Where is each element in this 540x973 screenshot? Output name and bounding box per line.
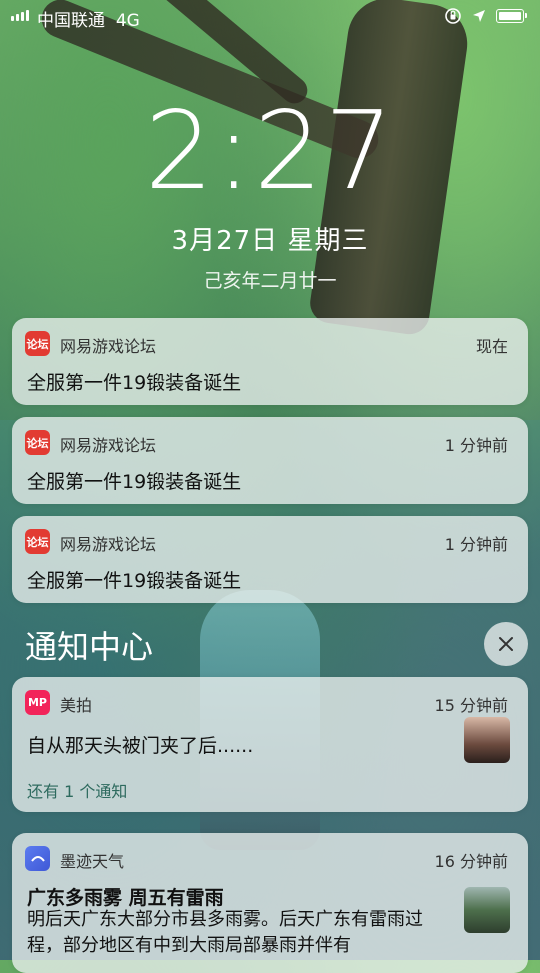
lockscreen-date: 3月27日 星期三 [171,226,369,256]
notification-time: 现在 [475,337,508,356]
notification-time: 1 分钟前 [444,535,508,554]
notification-card[interactable]: 墨迹天气 16 分钟前 广东多雨雾 周五有雷雨 明后天广东大部分市县多雨雾。后天… [12,833,528,973]
notification-card[interactable]: 论坛 网易游戏论坛 1 分钟前 全服第一件19锻装备诞生 [12,417,528,504]
notification-card[interactable]: 论坛 网易游戏论坛 1 分钟前 全服第一件19锻装备诞生 [12,516,528,603]
netease-forum-icon: 论坛 [25,331,50,356]
notification-app-name: 墨迹天气 [60,852,125,871]
notification-card[interactable]: 论坛 网易游戏论坛 现在 全服第一件19锻装备诞生 [12,318,528,405]
notification-app-name: 美拍 [60,696,93,715]
notification-app-name: 网易游戏论坛 [60,337,157,356]
notification-message: 全服第一件19锻装备诞生 [27,471,242,493]
close-icon [499,637,513,651]
orientation-lock-icon [445,8,461,24]
carrier-label: 中国联通 4G [37,11,140,31]
netease-forum-icon: 论坛 [25,529,50,554]
lockscreen-lunar-date: 己亥年二月廿一 [203,270,337,292]
status-bar: 中国联通 4G [0,0,540,34]
meipai-icon: MP [25,690,50,715]
notification-thumbnail [464,717,510,763]
netease-forum-icon: 论坛 [25,430,50,455]
signal-strength-icon [11,10,29,21]
notification-thumbnail [464,887,510,933]
notification-time: 1 分钟前 [444,436,508,455]
notification-message: 明后天广东大部分市县多雨雾。后天广东有雷雨过程，部分地区有中到大雨局部暴雨并伴有 [27,909,423,956]
battery-icon [496,9,527,23]
notification-time: 15 分钟前 [434,696,508,715]
notification-time: 16 分钟前 [434,852,508,871]
notification-message: 全服第一件19锻装备诞生 [27,570,242,592]
notification-title: 广东多雨雾 周五有雷雨 [27,887,224,909]
notification-message: 自从那天头被门夹了后...... [27,735,254,757]
more-notifications-label[interactable]: 还有 1 个通知 [27,778,127,802]
moji-weather-icon [25,846,50,871]
lockscreen-time: 2:27 [144,89,396,214]
notification-app-name: 网易游戏论坛 [60,535,157,554]
notification-app-name: 网易游戏论坛 [60,436,157,455]
notification-group-card[interactable]: MP 美拍 15 分钟前 自从那天头被门夹了后...... 还有 1 个通知 [12,677,528,812]
location-icon [473,10,485,22]
notification-message: 全服第一件19锻装备诞生 [27,372,242,394]
notification-center-title: 通知中心 [25,628,154,666]
clear-notifications-button[interactable] [484,622,528,666]
